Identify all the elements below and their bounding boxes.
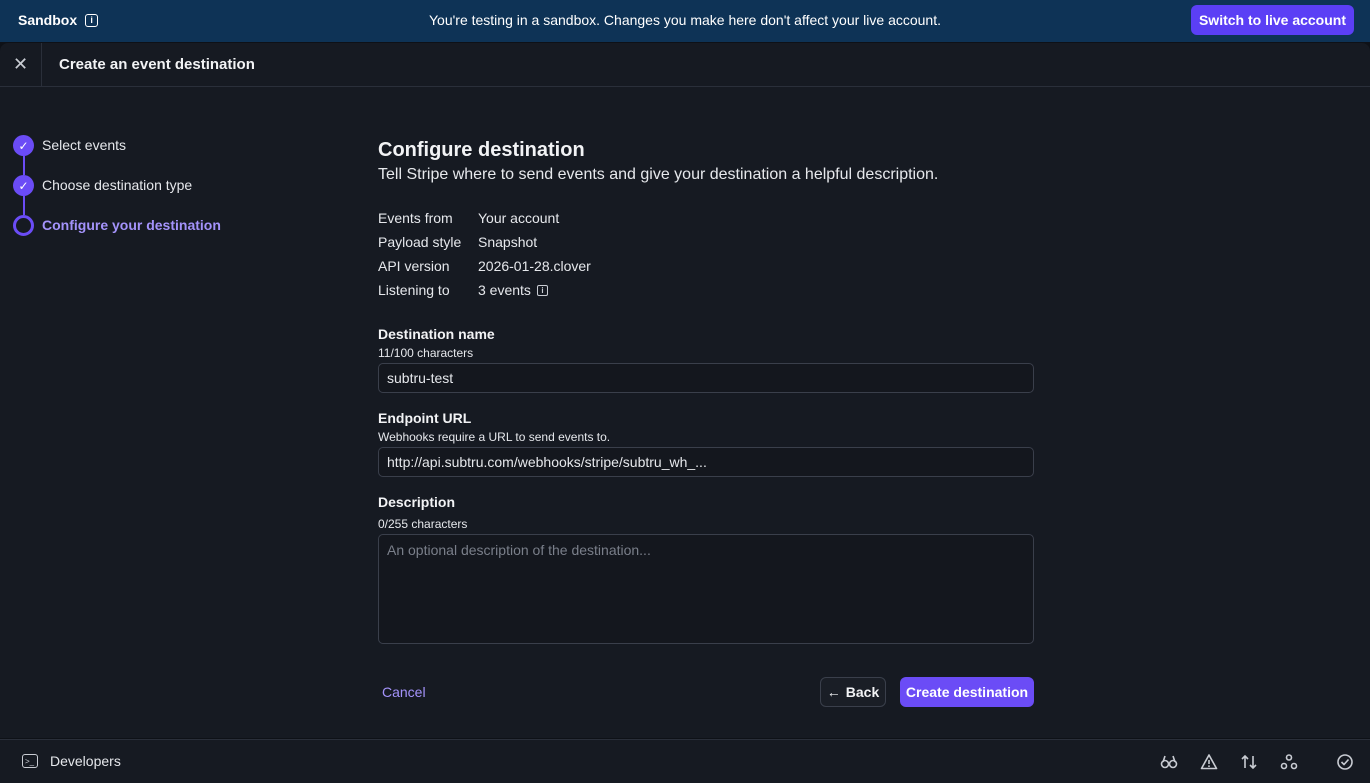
check-icon: ✓ [13,175,34,196]
character-count: 11/100 characters [378,346,474,360]
back-button[interactable]: ← Back [820,677,886,707]
step-select-events[interactable]: ✓ Select events [13,135,221,175]
step-connector [23,156,25,175]
field-label: Destination name [378,326,495,342]
developers-footer: >_ Developers [0,739,1370,783]
panel-header: ✕ Create an event destination [0,42,1370,87]
meta-row-api-version: API version 2026-01-28.clover [378,254,1034,278]
meta-value: 3 events [478,282,531,298]
configure-form: Configure destination Tell Stripe where … [378,139,1034,649]
warning-icon[interactable] [1200,753,1218,771]
terminal-icon: >_ [22,754,38,768]
field-label: Endpoint URL [378,410,472,426]
check-circle-icon[interactable] [1336,753,1354,771]
developers-toggle[interactable]: >_ Developers [22,753,121,769]
create-destination-button[interactable]: Create destination [900,677,1034,707]
step-connector [23,196,25,215]
destination-meta: Events from Your account Payload style S… [378,206,1034,302]
info-icon[interactable]: i [536,284,548,296]
section-subtitle: Tell Stripe where to send events and giv… [378,166,939,183]
sandbox-message: You're testing in a sandbox. Changes you… [428,12,941,28]
meta-row-listening-to: Listening to 3 events i [378,278,1034,302]
meta-key: Payload style [378,234,462,250]
form-actions: Cancel ← Back Create destination [378,677,1034,707]
meta-row-events-from: Events from Your account [378,206,1034,230]
check-icon: ✓ [13,135,34,156]
webhook-icon[interactable] [1280,753,1298,771]
binoculars-icon[interactable] [1160,753,1178,771]
cancel-link[interactable]: Cancel [382,684,426,700]
developers-label: Developers [50,753,121,769]
close-icon[interactable]: ✕ [0,42,42,87]
step-configure-destination: Configure your destination [13,215,221,255]
meta-value: 2026-01-28.clover [478,258,591,274]
page-title: Create an event destination [59,56,255,73]
endpoint-url-input[interactable] [378,447,1034,477]
meta-key: API version [378,258,450,274]
destination-name-input[interactable] [378,363,1034,393]
back-button-label: Back [845,684,880,700]
section-title: Configure destination [378,139,585,161]
meta-key: Events from [378,210,453,226]
step-label: Select events [42,137,127,153]
meta-value: Snapshot [478,234,538,250]
arrow-left-icon: ← [826,684,841,700]
step-label: Configure your destination [42,217,221,233]
main-panel: ✕ Create an event destination ✓ Select e… [0,42,1370,738]
sandbox-banner: Sandbox i You're testing in a sandbox. C… [0,0,1370,42]
transfer-arrows-icon[interactable] [1240,753,1258,771]
meta-row-payload-style: Payload style Snapshot [378,230,1034,254]
meta-key: Listening to [378,282,450,298]
field-hint: Webhooks require a URL to send events to… [378,430,611,444]
meta-value: Your account [478,210,560,226]
step-choose-destination-type[interactable]: ✓ Choose destination type [13,175,221,215]
step-label: Choose destination type [42,177,193,193]
description-textarea[interactable] [378,534,1034,644]
current-step-ring-icon [13,215,34,236]
switch-to-live-button[interactable]: Switch to live account [1190,5,1354,35]
description-field: Description 0/255 characters [378,494,1034,649]
stepper: ✓ Select events ✓ Choose destination typ… [13,135,221,255]
destination-name-field: Destination name 11/100 characters [378,326,1034,393]
character-count: 0/255 characters [378,517,468,531]
endpoint-url-field: Endpoint URL Webhooks require a URL to s… [378,410,1034,477]
field-label: Description [378,494,456,510]
